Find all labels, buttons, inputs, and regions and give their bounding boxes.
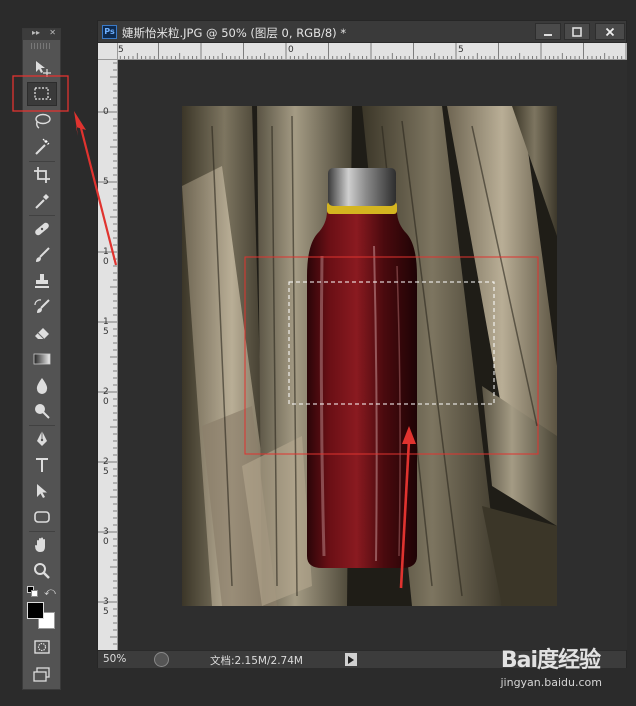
- gradient-icon: [33, 353, 51, 365]
- blur-tool[interactable]: [27, 373, 57, 397]
- watermark-logo: Bai度经验: [500, 648, 601, 673]
- ruler-label: 5: [103, 467, 109, 477]
- ruler-label: 3: [103, 527, 109, 537]
- triangle-right-icon: [348, 655, 354, 664]
- document-image[interactable]: [182, 106, 557, 606]
- screen-mode-icon: [33, 667, 50, 682]
- clone-stamp-tool[interactable]: [27, 269, 57, 293]
- pen-tool[interactable]: [27, 427, 57, 451]
- lasso-tool[interactable]: [27, 109, 57, 133]
- stamp-icon: [35, 274, 49, 288]
- pen-icon: [37, 431, 47, 446]
- ruler-label: 5: [103, 327, 109, 337]
- maximize-icon: [572, 26, 582, 37]
- dodge-icon: [35, 404, 50, 419]
- magnifier-icon: [34, 563, 50, 579]
- magic-wand-icon: [35, 138, 50, 155]
- tools-panel: ▸▸ ✕ ⤺: [22, 28, 61, 690]
- hand-tool[interactable]: [27, 533, 57, 557]
- panel-grip[interactable]: [31, 43, 52, 49]
- healing-brush-tool[interactable]: [27, 217, 57, 241]
- ruler-origin[interactable]: [98, 43, 118, 60]
- brush-icon: [36, 247, 50, 262]
- document-window: Ps 婕斯怡米粒.JPG @ 50% (图层 0, RGB/8) * 50510…: [97, 20, 627, 668]
- zoom-level[interactable]: 50%: [103, 653, 126, 665]
- tools-panel-header[interactable]: ▸▸ ✕: [23, 28, 60, 40]
- quick-mask-button[interactable]: [27, 635, 57, 659]
- swap-colors-icon[interactable]: ⤺: [44, 585, 56, 599]
- close-icon: [605, 27, 615, 36]
- close-icon[interactable]: ✕: [49, 28, 56, 37]
- ruler-label: 2: [103, 457, 109, 467]
- close-button[interactable]: [595, 23, 625, 40]
- ruler-label: 0: [103, 107, 109, 117]
- ruler-label: 0: [103, 397, 109, 407]
- document-size: 文档:2.15M/2.74M: [210, 655, 303, 667]
- horizontal-ruler-ticks: 5051015202530: [118, 43, 627, 59]
- move-icon: [36, 61, 51, 77]
- magic-wand-tool[interactable]: [27, 135, 57, 159]
- annotation-arrow-head: [74, 111, 86, 136]
- type-icon: [36, 458, 48, 472]
- droplet-icon: [36, 378, 48, 394]
- photoshop-icon: Ps: [102, 25, 117, 39]
- horizontal-ruler[interactable]: 5051015202530: [118, 43, 627, 60]
- path-selection-tool[interactable]: [27, 479, 57, 503]
- eyedropper-icon: [35, 194, 49, 209]
- ruler-label: 0: [288, 45, 294, 55]
- foreground-color-swatch[interactable]: [27, 602, 44, 619]
- default-colors-icon[interactable]: [27, 586, 39, 598]
- document-title-bar[interactable]: Ps 婕斯怡米粒.JPG @ 50% (图层 0, RGB/8) *: [98, 21, 626, 43]
- history-brush-icon: [34, 299, 50, 313]
- minimize-icon: [544, 33, 552, 36]
- screen-mode-button[interactable]: [27, 663, 57, 687]
- move-tool[interactable]: [27, 56, 57, 80]
- status-icon[interactable]: [154, 652, 169, 667]
- ruler-label: 1: [103, 317, 109, 327]
- type-tool[interactable]: [27, 453, 57, 477]
- lasso-icon: [35, 113, 51, 129]
- ruler-label: 2: [103, 387, 109, 397]
- ruler-label: 3: [103, 597, 109, 607]
- zoom-tool[interactable]: [27, 559, 57, 583]
- crop-icon: [34, 167, 50, 183]
- gradient-tool[interactable]: [27, 347, 57, 371]
- crop-tool[interactable]: [27, 163, 57, 187]
- minimize-button[interactable]: [535, 23, 561, 40]
- collapse-arrows-icon[interactable]: ▸▸: [32, 28, 40, 37]
- eraser-tool[interactable]: [27, 321, 57, 345]
- ruler-label: 5: [103, 177, 109, 187]
- hand-icon: [35, 537, 45, 552]
- history-brush-tool[interactable]: [27, 295, 57, 319]
- quick-mask-icon: [34, 640, 50, 654]
- canvas-area[interactable]: [118, 60, 627, 650]
- brush-tool[interactable]: [27, 243, 57, 267]
- vertical-ruler-ticks: 05101520253035: [98, 62, 117, 645]
- eyedropper-tool[interactable]: [27, 189, 57, 213]
- rounded-rect-icon: [34, 511, 50, 523]
- vertical-ruler[interactable]: 05101520253035: [98, 60, 118, 650]
- marquee-icon: [34, 87, 51, 100]
- bandage-icon: [35, 222, 49, 236]
- status-menu-button[interactable]: [345, 653, 357, 666]
- ruler-label: 0: [103, 537, 109, 547]
- dodge-tool[interactable]: [27, 399, 57, 423]
- rectangular-marquee-tool[interactable]: [27, 82, 57, 106]
- ruler-label: 0: [103, 257, 109, 267]
- watermark: Bai度经验 jingyan.baidu.com: [480, 642, 630, 702]
- document-title: 婕斯怡米粒.JPG @ 50% (图层 0, RGB/8) *: [122, 26, 347, 40]
- ruler-label: 5: [118, 45, 124, 55]
- ruler-label: 5: [103, 607, 109, 617]
- ruler-label: 5: [458, 45, 464, 55]
- eraser-icon: [35, 328, 49, 340]
- shape-tool[interactable]: [27, 505, 57, 529]
- watermark-url: jingyan.baidu.com: [500, 676, 602, 689]
- maximize-button[interactable]: [564, 23, 590, 40]
- arrow-cursor-icon: [37, 484, 47, 498]
- ruler-label: 1: [103, 247, 109, 257]
